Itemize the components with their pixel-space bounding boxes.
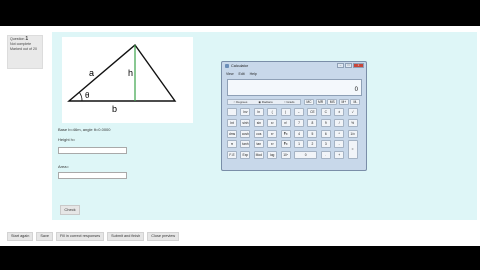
calc-key-mem-2[interactable]: MS	[327, 99, 338, 105]
calc-key-3-9[interactable]: =	[347, 140, 358, 160]
calc-key-1-2[interactable]: sin	[253, 118, 264, 127]
calc-key-4-0[interactable]: F-E	[227, 151, 237, 160]
base-b-label: b	[112, 104, 117, 114]
calc-key-4-5[interactable]: 0	[294, 151, 318, 160]
calc-key-1-3[interactable]: x²	[267, 118, 278, 127]
minimize-icon[interactable]: –	[337, 63, 344, 68]
calc-key-2-8[interactable]: *	[334, 129, 345, 138]
radio-radians[interactable]: ◉ Radians	[258, 100, 272, 104]
calc-key-3-6[interactable]: 2	[307, 140, 318, 149]
calc-key-4-4[interactable]: 10ˣ	[280, 151, 291, 160]
calc-key-0-6[interactable]: CE	[307, 108, 318, 116]
save-button[interactable]: Save	[36, 232, 54, 241]
calc-key-mem-1[interactable]: MR	[315, 99, 326, 105]
calc-key-2-2[interactable]: cos	[253, 129, 264, 138]
radio-grads[interactable]: ○ Grads	[284, 100, 295, 104]
calc-key-0-7[interactable]: C	[320, 108, 331, 116]
calc-key-2-6[interactable]: 5	[307, 129, 318, 138]
calc-key-1-8[interactable]: /	[334, 118, 345, 127]
question-marks: Marked out of 20	[10, 47, 37, 51]
calc-key-3-4[interactable]: ∛x	[280, 140, 291, 149]
area-label: Area=	[58, 164, 69, 169]
angle-mode-group: ○ Degrees ◉ Radians ○ Grads	[227, 99, 301, 105]
check-button[interactable]: Check	[60, 205, 80, 215]
calc-key-mem-0[interactable]: MC	[304, 99, 314, 105]
calc-key-2-5[interactable]: 4	[294, 129, 304, 138]
menu-help[interactable]: Help	[250, 72, 257, 76]
given-values-text: Base b=46m, angle θ=0.0000	[58, 127, 111, 132]
calc-key-4-2[interactable]: Mod	[253, 151, 264, 160]
angle-theta-label: θ	[85, 91, 90, 100]
calc-key-1-0[interactable]: Int	[227, 118, 237, 127]
calc-key-0-2[interactable]: ln	[253, 108, 264, 116]
calc-key-3-8[interactable]: -	[334, 140, 345, 149]
calc-key-mem-3[interactable]: M+	[338, 99, 349, 105]
calc-key-2-9[interactable]: 1/x	[347, 129, 358, 138]
calc-key-4-8[interactable]: +	[334, 151, 345, 160]
side-a-label: a	[89, 68, 94, 78]
calc-key-0-8[interactable]: ±	[334, 108, 345, 116]
calc-key-0-0[interactable]	[227, 108, 237, 116]
start-again-button[interactable]: Start again	[7, 232, 34, 241]
quiz-navigation: Start again Save Fill in correct respons…	[7, 232, 180, 241]
calc-key-0-9[interactable]: √	[347, 108, 358, 116]
triangle-figure: a h b θ	[62, 37, 193, 123]
fill-correct-button[interactable]: Fill in correct responses	[56, 232, 105, 241]
calc-key-1-9[interactable]: %	[347, 118, 358, 127]
calculator-display: 0	[227, 79, 362, 96]
calc-key-2-4[interactable]: ∛x	[280, 129, 291, 138]
calc-key-1-4[interactable]: n!	[280, 118, 291, 127]
question-info-box: Question 1 Not complete Marked out of 20	[7, 35, 43, 69]
menu-edit[interactable]: Edit	[239, 72, 245, 76]
calc-key-2-1[interactable]: cosh	[240, 129, 251, 138]
calc-key-3-5[interactable]: 1	[294, 140, 304, 149]
calc-key-4-3[interactable]: log	[267, 151, 278, 160]
close-icon[interactable]: ×	[353, 63, 364, 68]
question-label: Question	[10, 37, 25, 41]
calc-key-3-0[interactable]: π	[227, 140, 237, 149]
calculator-title: Calculator	[231, 64, 249, 68]
calc-key-0-5[interactable]: ←	[294, 108, 304, 116]
display-value: 0	[354, 87, 358, 93]
calc-key-mem-4[interactable]: M-	[350, 99, 361, 105]
calc-key-4-7[interactable]: .	[320, 151, 331, 160]
calc-key-3-3[interactable]: x³	[267, 140, 278, 149]
calc-key-0-4[interactable]: )	[280, 108, 291, 116]
calc-key-1-1[interactable]: sinh	[240, 118, 251, 127]
calc-key-1-5[interactable]: 7	[294, 118, 304, 127]
calc-key-3-2[interactable]: tan	[253, 140, 264, 149]
triangle-diagram: a h b θ	[67, 43, 177, 114]
calc-key-0-3[interactable]: (	[267, 108, 278, 116]
area-input[interactable]	[58, 172, 127, 179]
bottom-letterbox	[0, 246, 480, 270]
calc-key-2-0[interactable]: dms	[227, 129, 237, 138]
close-preview-button[interactable]: Close preview	[147, 232, 180, 241]
calc-key-1-6[interactable]: 8	[307, 118, 318, 127]
height-label: Height h=	[58, 137, 76, 142]
maximize-icon[interactable]: □	[345, 63, 352, 68]
calculator-window: Calculator – □ × View Edit Help 0 ○ Degr…	[221, 61, 367, 171]
calc-key-2-3[interactable]: xʸ	[267, 129, 278, 138]
top-letterbox	[0, 0, 480, 26]
calc-key-1-7[interactable]: 9	[320, 118, 331, 127]
calc-key-3-7[interactable]: 3	[320, 140, 331, 149]
calculator-app-icon	[225, 64, 229, 68]
calc-key-3-1[interactable]: tanh	[240, 140, 251, 149]
menu-view[interactable]: View	[226, 72, 234, 76]
calc-key-2-7[interactable]: 6	[320, 129, 331, 138]
calc-key-0-1[interactable]: Inv	[240, 108, 251, 116]
calc-key-4-1[interactable]: Exp	[240, 151, 251, 160]
radio-degrees[interactable]: ○ Degrees	[233, 100, 247, 104]
height-h-label: h	[128, 68, 133, 78]
submit-finish-button[interactable]: Submit and finish	[107, 232, 145, 241]
height-input[interactable]	[58, 147, 127, 154]
